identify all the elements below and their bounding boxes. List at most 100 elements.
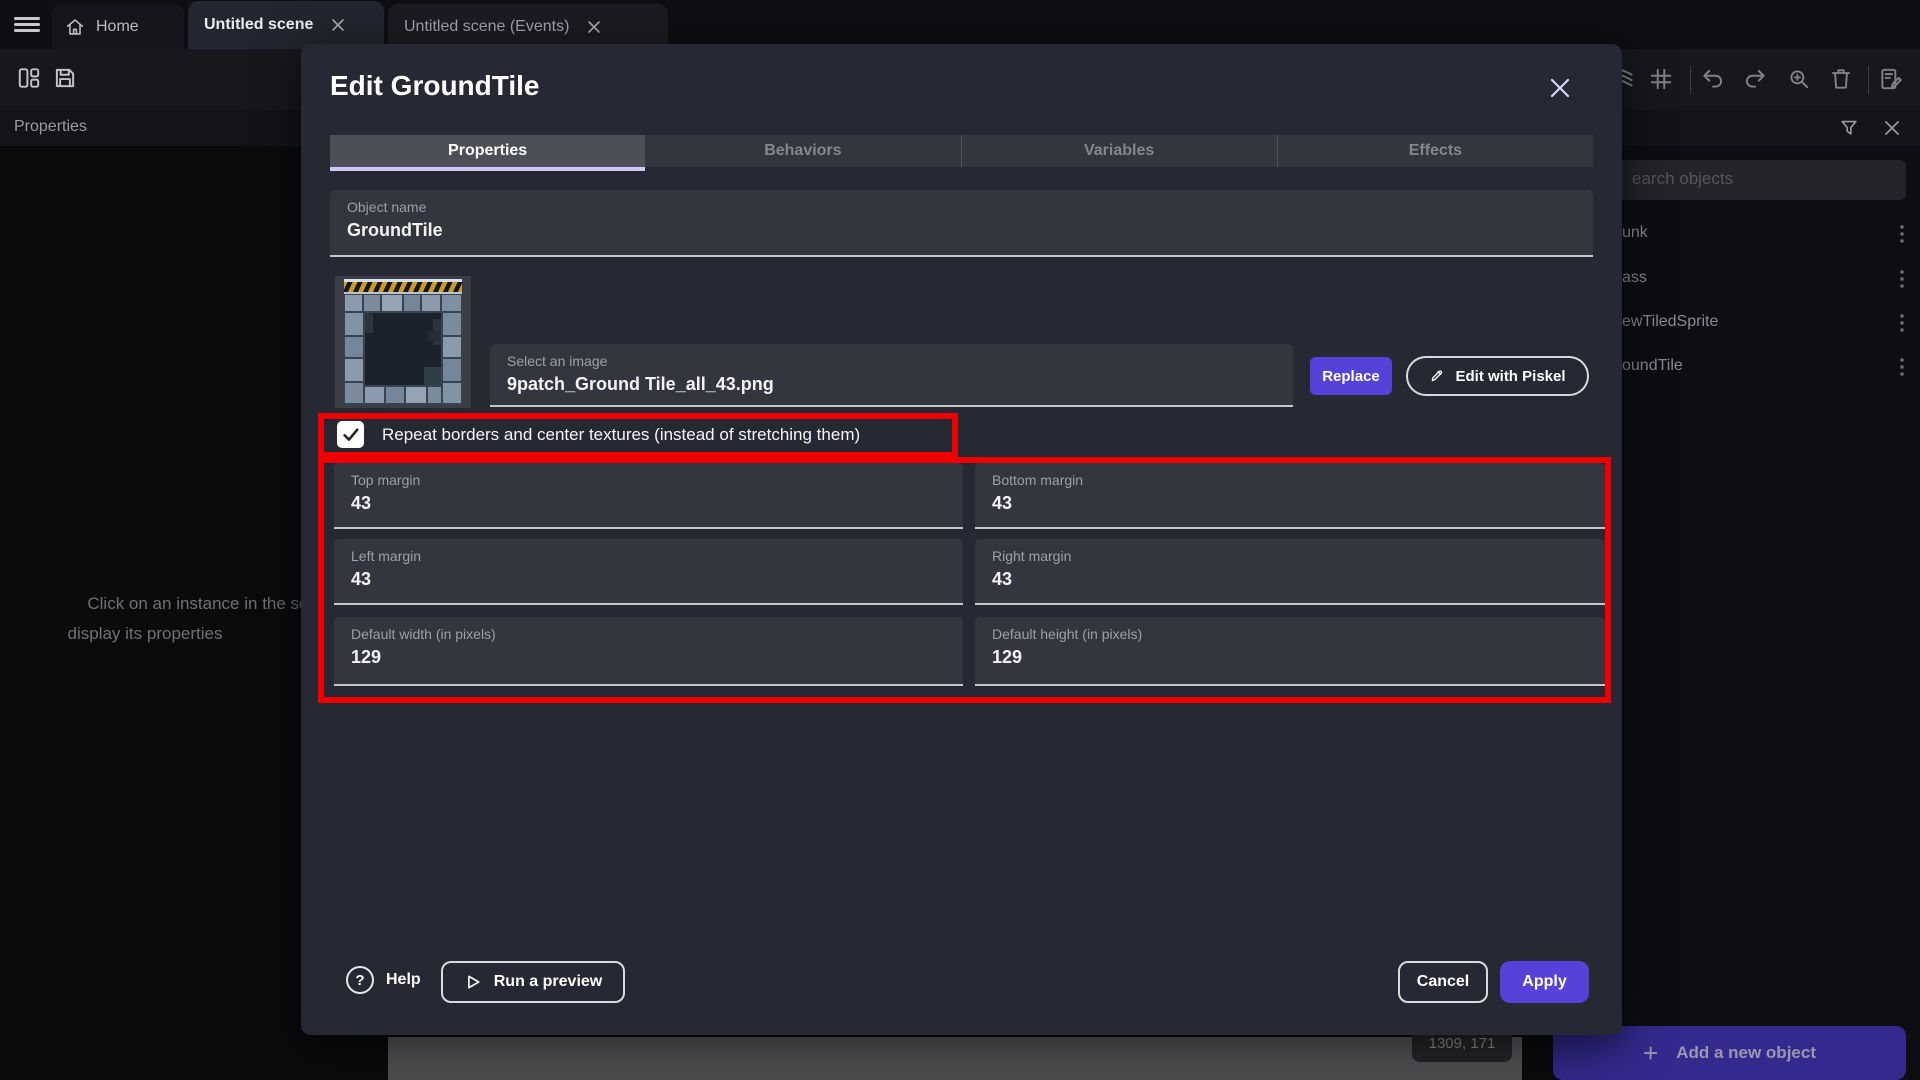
properties-panel-title: Properties	[14, 118, 87, 136]
top-margin-field[interactable]: Top margin 43	[334, 463, 963, 529]
object-name: ewTiledSprite	[1622, 313, 1718, 331]
field-value: 43	[351, 493, 371, 514]
cancel-button[interactable]: Cancel	[1398, 961, 1488, 1003]
help-icon: ?	[346, 966, 374, 994]
field-value: 9patch_Ground Tile_all_43.png	[507, 374, 774, 395]
default-height-field[interactable]: Default height (in pixels) 129	[975, 617, 1605, 686]
zoom-in-icon[interactable]	[1786, 66, 1812, 92]
home-icon	[64, 16, 86, 38]
field-label: Default width (in pixels)	[351, 626, 496, 642]
scene-canvas[interactable]	[388, 1037, 1522, 1080]
filter-icon[interactable]	[1838, 117, 1860, 139]
field-label: Bottom margin	[992, 472, 1083, 488]
field-label: Default height (in pixels)	[992, 626, 1142, 642]
repeat-borders-checkbox[interactable]	[337, 421, 364, 448]
empty-properties-message-line1: Click on an instance in the sce	[37, 594, 317, 614]
ground-tile-image	[344, 279, 462, 405]
object-name: ass	[1622, 269, 1647, 287]
help-label: Help	[386, 971, 421, 989]
field-value: 43	[992, 493, 1012, 514]
play-icon	[464, 973, 482, 991]
dialog-tab-bar: Properties Behaviors Variables Effects	[330, 135, 1593, 167]
save-icon[interactable]	[52, 65, 78, 91]
events-sheet-icon[interactable]	[1878, 66, 1904, 92]
item-menu-icon[interactable]	[1892, 355, 1912, 379]
grid-icon[interactable]	[1648, 66, 1674, 92]
close-panel-icon[interactable]	[1882, 118, 1902, 138]
replace-label: Replace	[1322, 368, 1380, 385]
plus-icon: +	[1643, 1042, 1658, 1064]
field-value: 43	[351, 569, 371, 590]
apply-label: Apply	[1522, 973, 1566, 991]
tab-variables[interactable]: Variables	[961, 135, 1277, 167]
add-new-object-label: Add a new object	[1676, 1043, 1816, 1063]
top-tab-bar: Home Untitled scene Untitled scene (Even…	[0, 0, 1920, 49]
close-tab-icon[interactable]	[587, 20, 601, 34]
left-margin-field[interactable]: Left margin 43	[334, 539, 963, 605]
field-value: 43	[992, 569, 1012, 590]
pencil-icon	[1429, 368, 1445, 384]
field-value: GroundTile	[347, 220, 443, 241]
field-label: Right margin	[992, 548, 1071, 564]
cancel-label: Cancel	[1417, 973, 1469, 991]
run-preview-label: Run a preview	[494, 973, 602, 991]
tab-label: Untitled scene	[204, 16, 313, 34]
tab-home[interactable]: Home	[52, 4, 184, 49]
apply-button[interactable]: Apply	[1500, 961, 1589, 1003]
item-menu-icon[interactable]	[1892, 267, 1912, 291]
bottom-margin-field[interactable]: Bottom margin 43	[975, 463, 1605, 529]
edit-with-piskel-button[interactable]: Edit with Piskel	[1406, 356, 1589, 396]
list-item[interactable]: unk	[1570, 212, 1920, 256]
tab-label: Effects	[1409, 142, 1462, 160]
tab-label: Home	[96, 18, 139, 36]
list-item[interactable]: oundTile	[1570, 345, 1920, 389]
field-value: 129	[351, 647, 381, 668]
edit-object-dialog: Edit GroundTile Properties Behaviors Var…	[301, 44, 1622, 1035]
tab-label: Behaviors	[764, 142, 841, 160]
tab-untitled-scene[interactable]: Untitled scene	[188, 1, 384, 49]
toolbar-divider	[1690, 66, 1691, 94]
field-label: Left margin	[351, 548, 421, 564]
help-button[interactable]: ? Help	[346, 966, 421, 994]
dialog-title: Edit GroundTile	[330, 70, 539, 102]
field-value: 129	[992, 647, 1022, 668]
object-name-field[interactable]: Object name GroundTile	[330, 190, 1593, 257]
app-root: Home Untitled scene Untitled scene (Even…	[0, 0, 1920, 1080]
trash-icon[interactable]	[1828, 66, 1854, 92]
close-tab-icon[interactable]	[331, 18, 345, 32]
tab-effects[interactable]: Effects	[1277, 135, 1593, 167]
project-manager-icon[interactable]	[16, 65, 42, 91]
field-label: Object name	[347, 199, 426, 215]
cursor-coordinates-text: 1309, 171	[1429, 1035, 1496, 1052]
select-image-field[interactable]: Select an image 9patch_Ground Tile_all_4…	[490, 344, 1293, 407]
tab-untitled-scene-events[interactable]: Untitled scene (Events)	[388, 4, 668, 49]
replace-button[interactable]: Replace	[1310, 357, 1392, 395]
tab-label: Untitled scene (Events)	[404, 18, 569, 36]
checkmark-icon	[341, 425, 360, 444]
undo-icon[interactable]	[1700, 66, 1726, 92]
tab-behaviors[interactable]: Behaviors	[645, 135, 960, 167]
objects-panel: earch objects unk ass ewTiledSprite	[1570, 146, 1920, 1080]
run-preview-button[interactable]: Run a preview	[441, 961, 625, 1003]
redo-icon[interactable]	[1742, 66, 1768, 92]
list-item[interactable]: ewTiledSprite	[1570, 301, 1920, 345]
tab-properties[interactable]: Properties	[330, 135, 645, 167]
search-placeholder: earch objects	[1632, 169, 1733, 189]
item-menu-icon[interactable]	[1892, 222, 1912, 246]
tab-label: Properties	[448, 142, 527, 160]
right-margin-field[interactable]: Right margin 43	[975, 539, 1605, 605]
list-item[interactable]: ass	[1570, 257, 1920, 301]
search-objects-input[interactable]: earch objects	[1580, 160, 1906, 200]
item-menu-icon[interactable]	[1892, 311, 1912, 335]
hamburger-menu-icon[interactable]	[14, 17, 40, 32]
default-width-field[interactable]: Default width (in pixels) 129	[334, 617, 963, 686]
object-thumbnail[interactable]	[335, 276, 471, 408]
object-name: oundTile	[1622, 357, 1683, 375]
field-label: Select an image	[507, 353, 607, 369]
edit-with-piskel-label: Edit with Piskel	[1455, 368, 1565, 385]
tab-label: Variables	[1084, 142, 1154, 160]
field-label: Top margin	[351, 472, 420, 488]
dialog-close-icon[interactable]	[1546, 74, 1574, 102]
object-name: unk	[1622, 224, 1648, 242]
repeat-borders-label: Repeat borders and center textures (inst…	[382, 425, 860, 445]
